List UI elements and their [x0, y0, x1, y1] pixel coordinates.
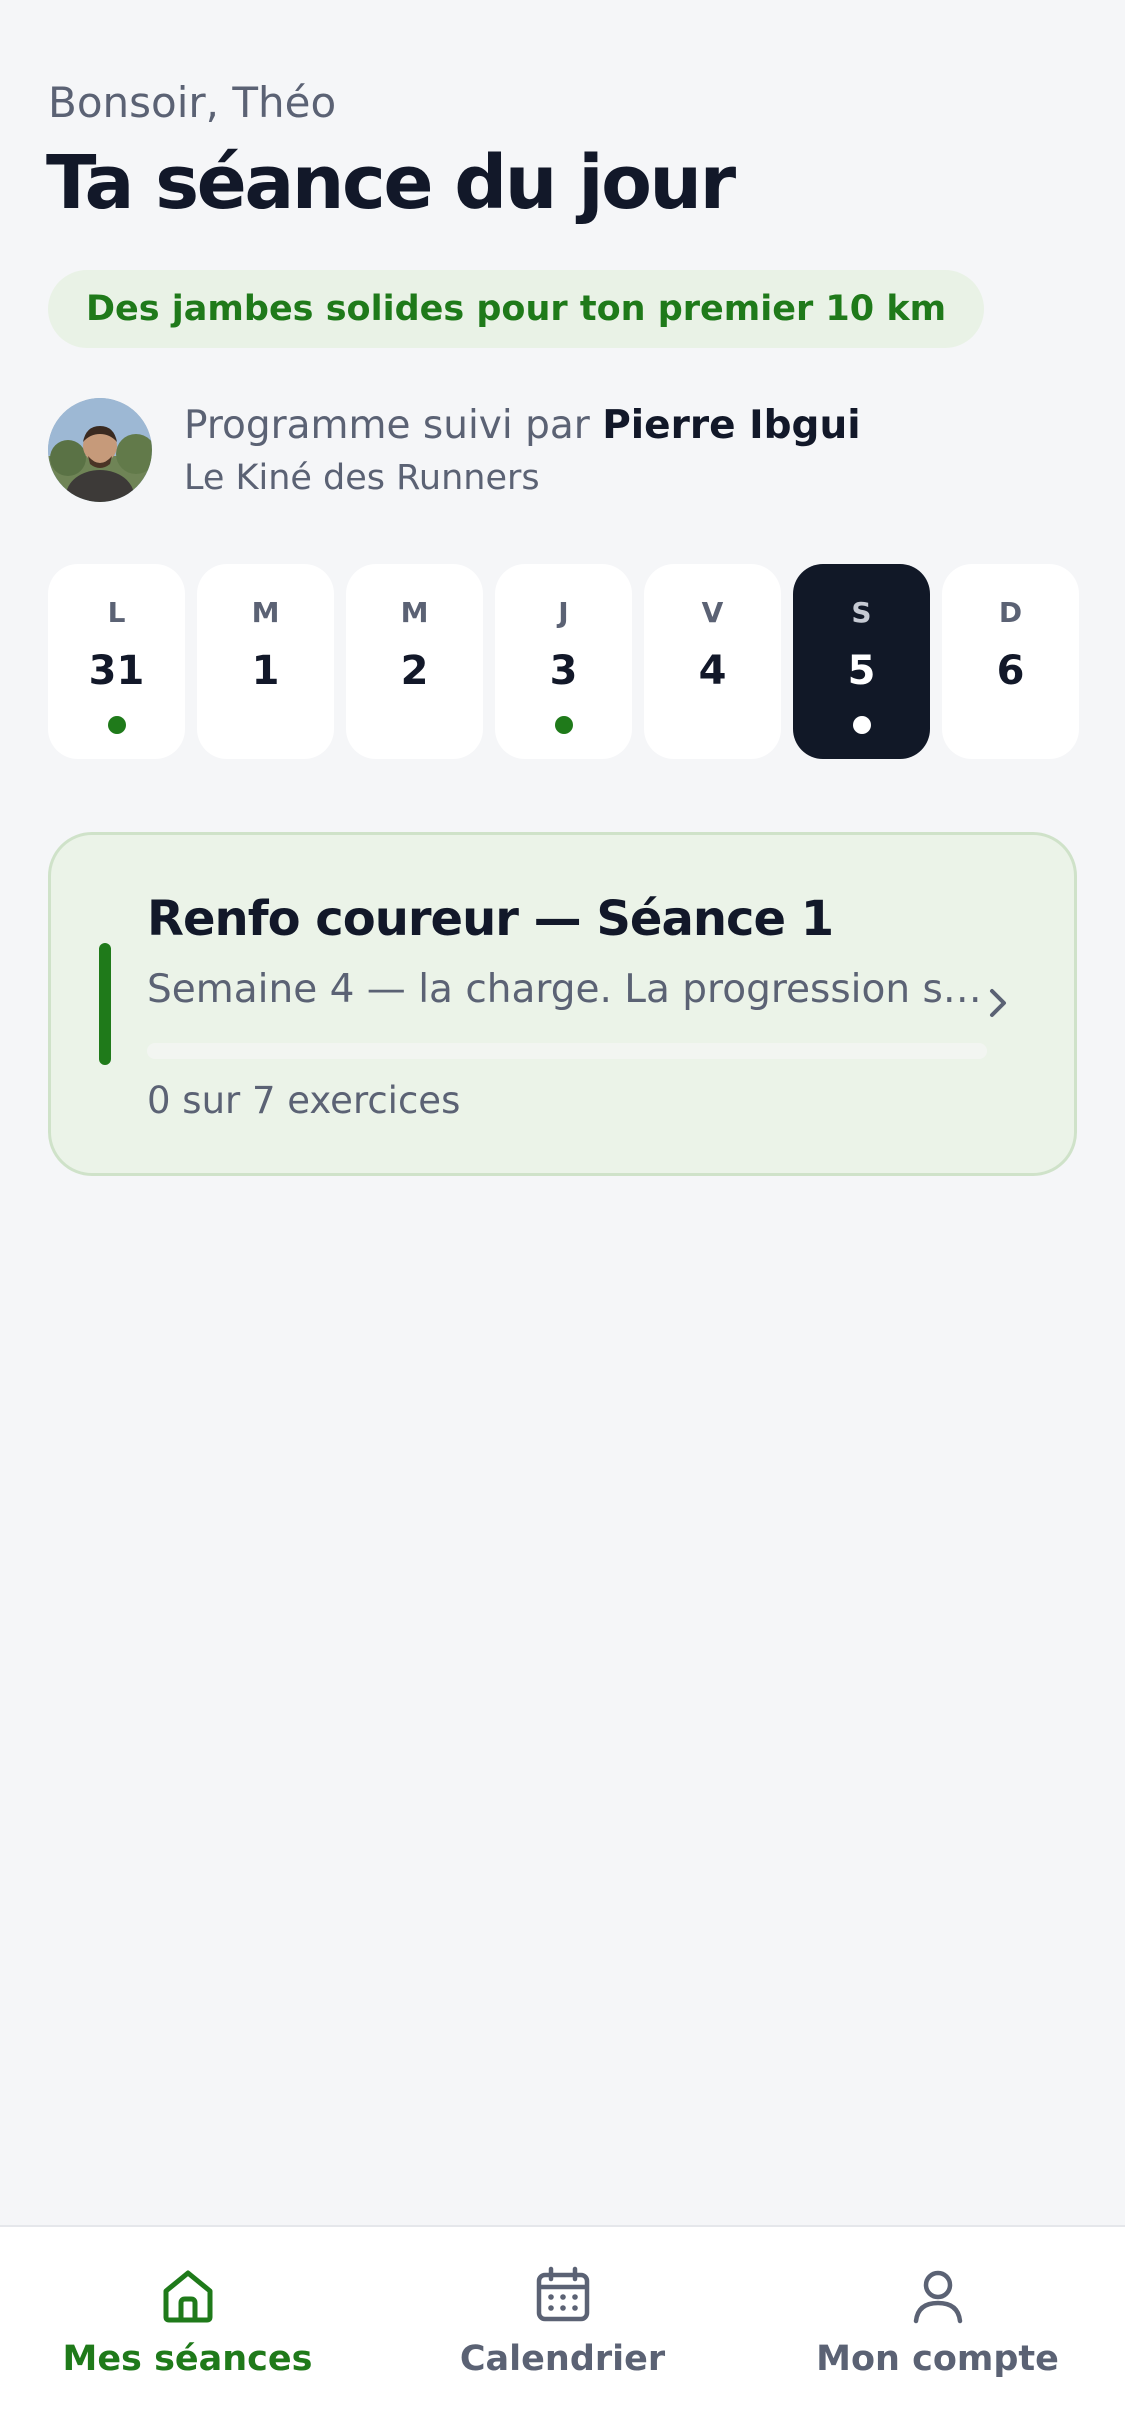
day-s-5[interactable]: S5 — [793, 564, 930, 759]
day-number: 31 — [88, 648, 145, 694]
session-title: Renfo coureur — Séance 1 — [147, 891, 834, 947]
coach-prefix: Programme suivi par — [184, 402, 603, 448]
day-m-1[interactable]: M1 — [197, 564, 334, 759]
session-dot-indicator — [852, 716, 871, 734]
tab-calendrier[interactable]: Calendrier — [375, 2227, 750, 2387]
day-number: 2 — [400, 648, 429, 694]
session-accent-bar — [99, 943, 111, 1065]
session-subtitle: Semaine 4 — la charge. La progression se… — [147, 967, 987, 1012]
day-d-6[interactable]: D6 — [942, 564, 1079, 759]
day-letter: J — [558, 596, 569, 629]
session-exercise-count: 0 sur 7 exercices — [147, 1079, 461, 1122]
home-icon — [163, 2270, 212, 2323]
coach-text: Programme suivi par Pierre Ibgui Le Kiné… — [184, 403, 861, 498]
page-title: Ta séance du jour — [46, 140, 736, 226]
coach-avatar-photo — [48, 398, 152, 502]
day-number: 5 — [847, 648, 876, 694]
day-letter: L — [107, 596, 126, 629]
coach-subtitle: Le Kiné des Runners — [184, 457, 540, 498]
day-j-3[interactable]: J3 — [495, 564, 632, 759]
screen: Bonsoir, Théo Ta séance du jour Des jamb… — [0, 0, 1125, 2436]
coach-name: Pierre Ibgui — [602, 402, 861, 448]
day-letter: S — [851, 596, 872, 629]
day-number: 3 — [549, 648, 578, 694]
user-icon — [913, 2270, 962, 2324]
calendar-icon — [536, 2266, 589, 2322]
day-m-2[interactable]: M2 — [346, 564, 483, 759]
greeting-text: Bonsoir, Théo — [48, 78, 337, 127]
day-letter: D — [998, 596, 1023, 629]
week-day-selector: L 31 M 1 M 2 J 3 V 4 S 5 D 6 — [48, 564, 1079, 759]
day-l-31[interactable]: L 31 — [48, 564, 185, 759]
session-progress-bar — [147, 1043, 987, 1059]
session-card[interactable]: Renfo coureur — Séance 1 Semaine 4 — la … — [48, 832, 1077, 1176]
session-dot-indicator — [107, 716, 126, 734]
day-number: 6 — [996, 648, 1025, 694]
program-name-label: Des jambes solides pour ton premier 10 k… — [86, 289, 947, 329]
coach-line: Programme suivi par Pierre Ibgui — [184, 403, 861, 448]
tab-mes-seances[interactable]: Mes séances — [0, 2227, 375, 2387]
chevron-right-icon — [990, 989, 1006, 1017]
bottom-tab-bar: Mes séances Calendrier Mon compte — [0, 2225, 1125, 2436]
day-letter: V — [701, 596, 724, 629]
coach-info: Programme suivi par Pierre Ibgui Le Kiné… — [48, 398, 861, 502]
day-letter: M — [400, 596, 429, 629]
tab-label: Mon compte — [816, 2339, 1059, 2379]
tab-mon-compte[interactable]: Mon compte — [750, 2227, 1125, 2387]
day-number: 4 — [698, 648, 727, 694]
coach-avatar — [48, 398, 152, 502]
session-dot-indicator — [554, 716, 573, 734]
day-number: 1 — [251, 648, 280, 694]
tab-label: Calendrier — [459, 2339, 666, 2379]
day-v-4[interactable]: V4 — [644, 564, 781, 759]
program-name-badge: Des jambes solides pour ton premier 10 k… — [48, 270, 985, 348]
day-letter: M — [251, 596, 280, 629]
tab-label: Mes séances — [62, 2339, 313, 2379]
